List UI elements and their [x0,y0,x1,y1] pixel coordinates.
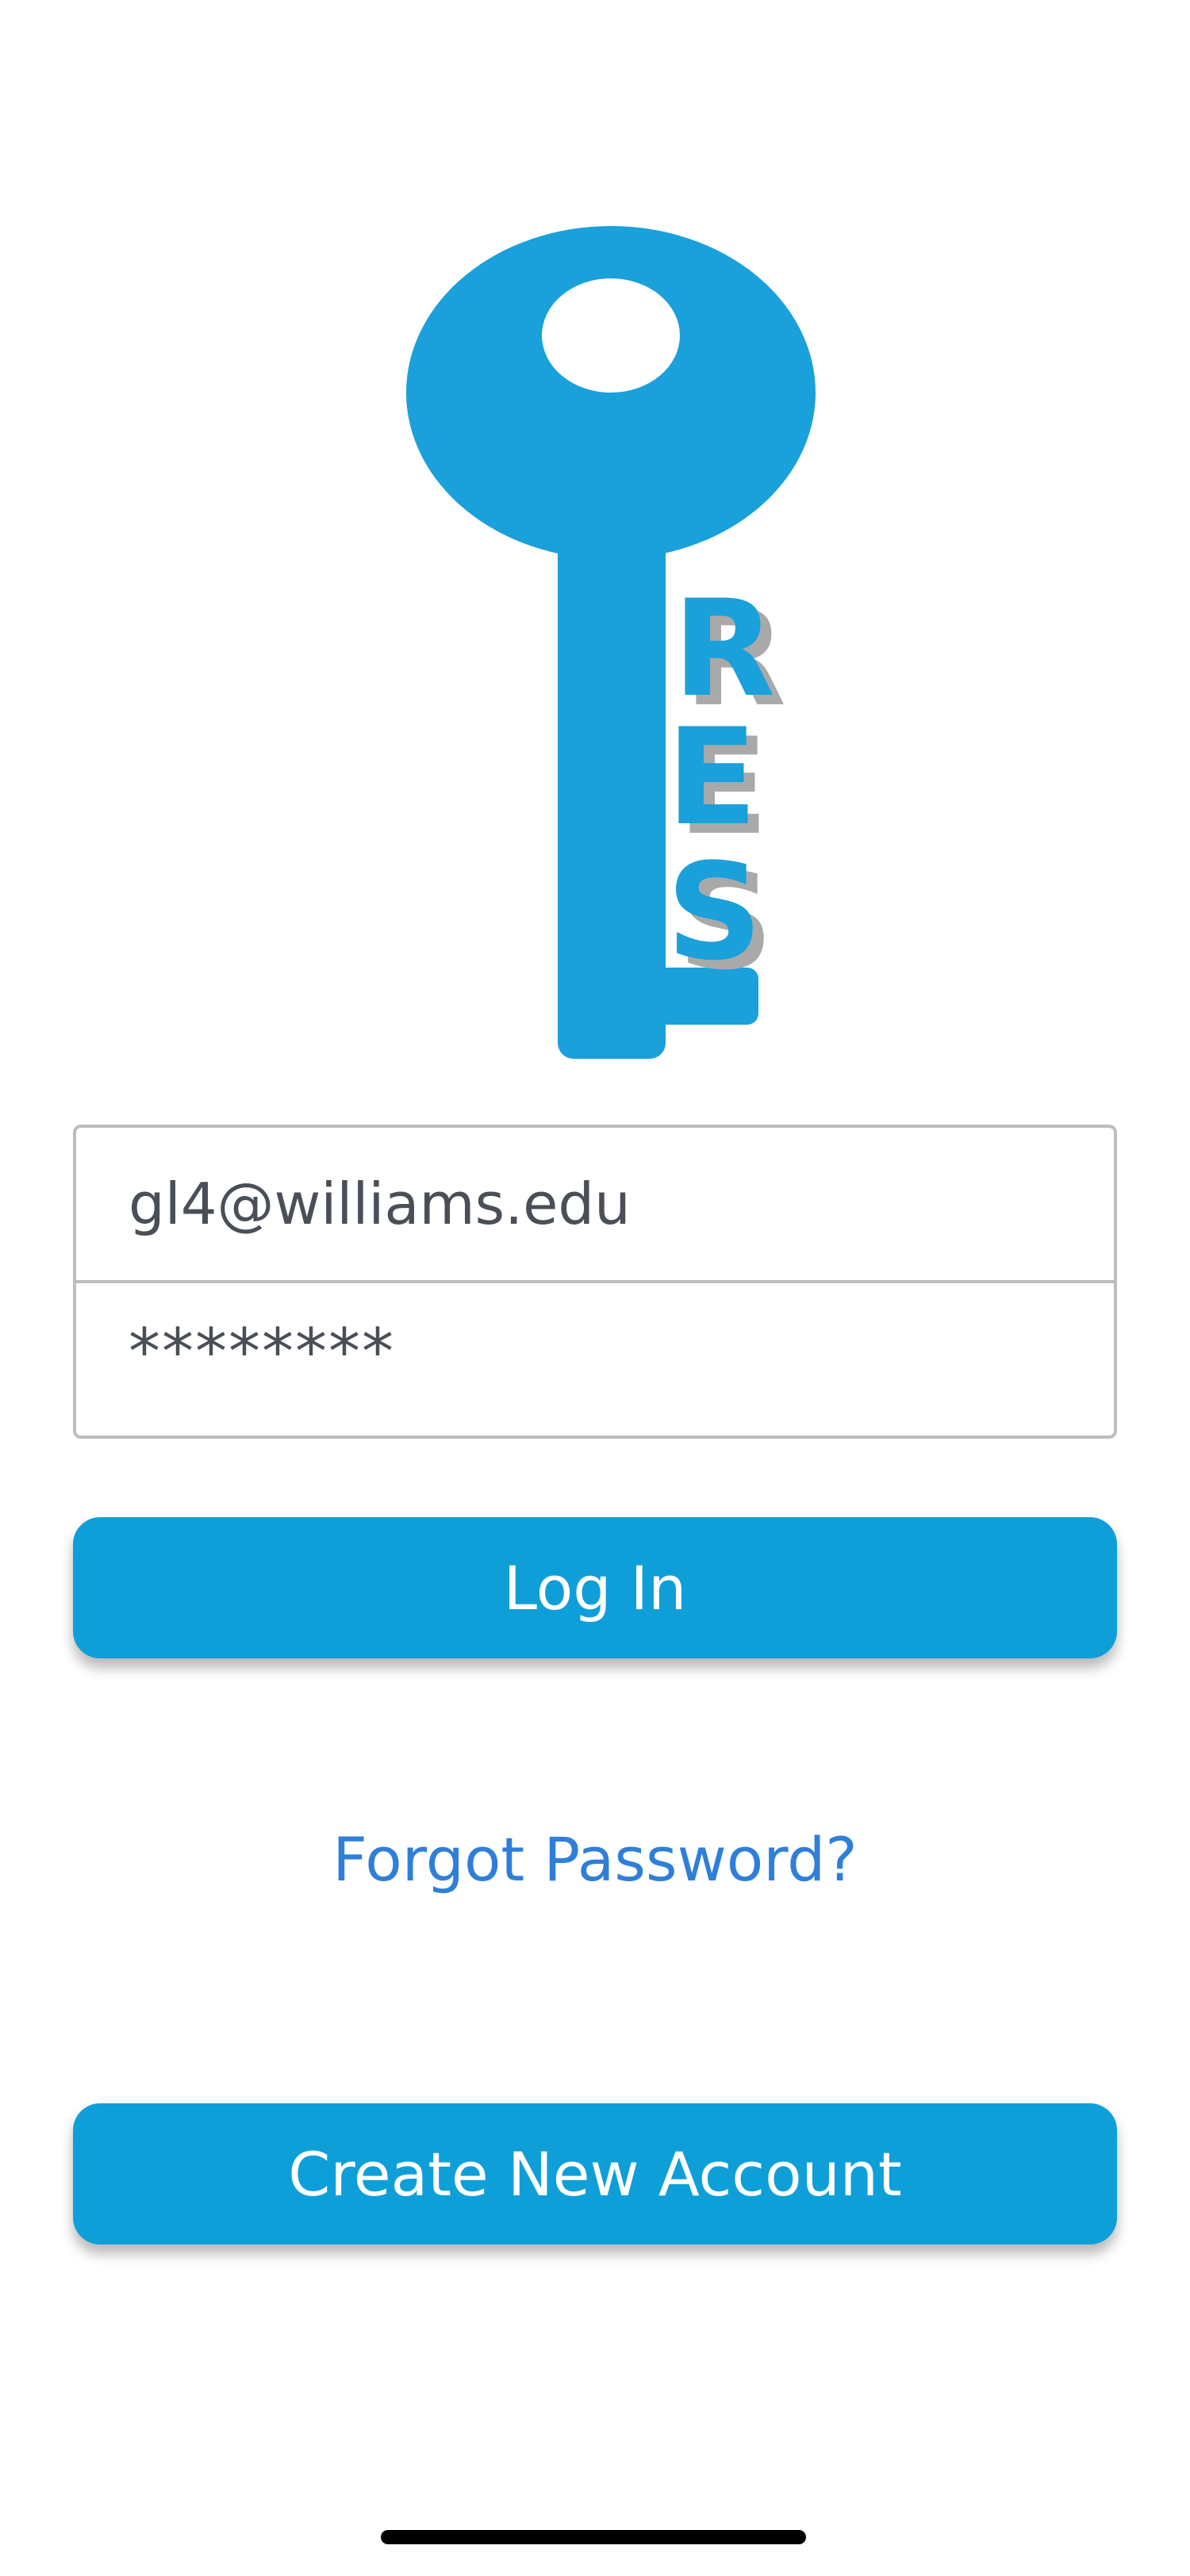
login-button[interactable]: Log In [73,1517,1117,1658]
home-indicator[interactable] [381,2530,806,2544]
email-value: gl4@williams.edu [129,1171,631,1237]
credentials-box: gl4@williams.edu ******** [73,1125,1117,1439]
password-field[interactable]: ******** [76,1286,1114,1436]
create-account-button-label: Create New Account [288,2138,902,2210]
login-button-label: Log In [503,1552,687,1623]
logo-letter-e: E [666,700,758,855]
app-logo: R E S R E S [0,214,1190,1063]
forgot-password-link[interactable]: Forgot Password? [0,1824,1190,1895]
key-icon: R E S R E S [406,226,816,1059]
password-value: ******** [129,1315,395,1389]
email-field[interactable]: gl4@williams.edu [76,1128,1114,1283]
logo-letter-s: S [666,834,762,990]
create-account-button[interactable]: Create New Account [73,2103,1117,2244]
